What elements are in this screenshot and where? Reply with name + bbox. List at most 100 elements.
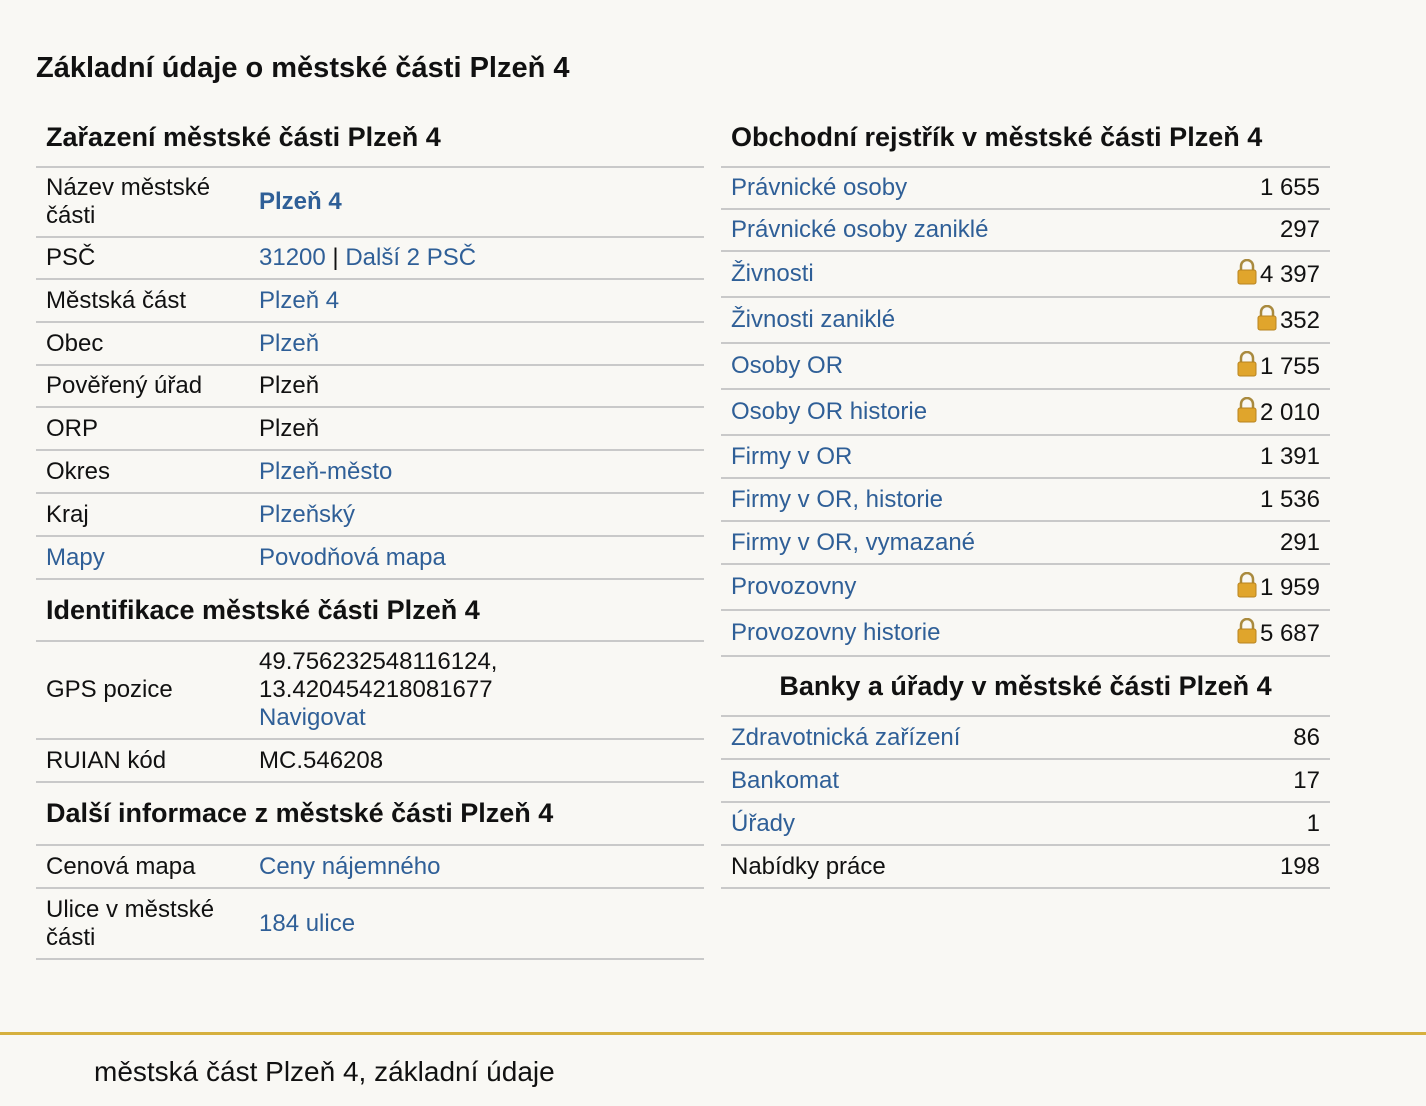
firmy-v-or-historie-link[interactable]: Firmy v OR, historie [731,486,943,513]
bankomat-link[interactable]: Bankomat [731,767,839,794]
right-column: Obchodní rejstřík v městské části Plzeň … [721,108,1330,889]
zarazeni-table: Název městské části Plzeň 4 PSČ 31200 | … [36,166,704,580]
orp-value: Plzeň [259,414,320,442]
zdravotnicka-zarizeni-link[interactable]: Zdravotnická zařízení [731,724,960,751]
row-label: Nabídky práce [731,852,886,880]
okres-link[interactable]: Plzeň-město [259,458,392,485]
table-row: Cenová mapa Ceny nájemného [36,845,704,888]
osoby-or-historie-link[interactable]: Osoby OR historie [731,398,927,425]
table-row: Osoby OR historie 2 010 [721,389,1330,435]
row-label: ORP [46,414,99,442]
page-title: Základní údaje o městské části Plzeň 4 [36,52,570,84]
urady-link[interactable]: Úřady [731,810,795,837]
lock-icon [1237,258,1257,285]
obchodni-table: Právnické osoby 1 655 Právnické osoby za… [721,166,1330,657]
row-value: 86 [1293,723,1320,751]
mestska-cast-name-link[interactable]: Plzeň 4 [259,188,342,215]
row-label: Cenová mapa [46,852,196,880]
lock-icon [1257,304,1277,331]
psc-separator: | [332,244,339,271]
lock-icon [1237,396,1257,423]
row-label: Ulice v městské části [46,895,215,951]
table-row: Živnosti zaniklé 352 [721,297,1330,343]
obec-link[interactable]: Plzeň [259,330,319,357]
table-row: ORP Plzeň [36,407,704,450]
firmy-v-or-link[interactable]: Firmy v OR [731,443,852,470]
section-title-zarazeni: Zařazení městské části Plzeň 4 [46,121,441,152]
row-label: Městská část [46,286,187,314]
table-row: Kraj Plzeňský [36,493,704,536]
povodnova-mapa-link[interactable]: Povodňová mapa [259,544,446,571]
dalsi-psc-link[interactable]: Další 2 PSČ [345,244,476,271]
section-title-banky: Banky a úřady v městské části Plzeň 4 [779,670,1272,701]
table-row: Obec Plzeň [36,322,704,365]
table-row: Ulice v městské části 184 ulice [36,888,704,959]
table-row: Název městské části Plzeň 4 [36,167,704,237]
row-label: GPS pozice [46,676,173,703]
pravnicke-osoby-link[interactable]: Právnické osoby [731,174,907,201]
footer-caption: městská část Plzeň 4, základní údaje [94,1056,555,1087]
table-row: Živnosti 4 397 [721,251,1330,297]
row-value: 1 391 [1259,442,1320,470]
lock-icon [1237,617,1257,644]
lock-icon [1237,350,1257,377]
zivnosti-zanikle-link[interactable]: Živnosti zaniklé [731,306,895,333]
table-row: PSČ 31200 | Další 2 PSČ [36,237,704,279]
mestska-cast-link[interactable]: Plzeň 4 [259,287,339,314]
identifikace-table: GPS pozice 49.756232548116124, 13.420454… [36,640,704,783]
navigovat-link[interactable]: Navigovat [259,704,366,731]
table-row: Mapy Povodňová mapa [36,536,704,579]
table-row: Zdravotnická zařízení 86 [721,716,1330,759]
psc-link[interactable]: 31200 [259,244,326,271]
row-label: Obec [46,329,104,357]
table-row: Osoby OR 1 755 [721,343,1330,389]
table-row: RUIAN kód MC.546208 [36,739,704,782]
banky-table: Zdravotnická zařízení 86 Bankomat 17 Úřa… [721,715,1330,889]
kraj-link[interactable]: Plzeňský [259,501,355,528]
row-label: Okres [46,457,111,485]
row-value: 291 [1279,528,1320,556]
row-value: 1 536 [1259,485,1320,513]
row-label: PSČ [46,244,96,271]
table-row: Firmy v OR, historie 1 536 [721,478,1330,521]
section-title-obchodni: Obchodní rejstřík v městské části Plzeň … [731,121,1263,152]
ulice-link[interactable]: 184 ulice [259,910,355,937]
firmy-v-or-vymazane-link[interactable]: Firmy v OR, vymazané [731,529,975,556]
ruian-value: MC.546208 [259,746,384,774]
table-row: Okres Plzeň-město [36,450,704,493]
ceny-najemneho-link[interactable]: Ceny nájemného [259,853,440,880]
row-value: 17 [1293,766,1320,794]
table-row: Provozovny historie 5 687 [721,610,1330,656]
table-row: Firmy v OR, vymazané 291 [721,521,1330,564]
row-value: 4 397 [1259,261,1320,288]
row-value: 5 687 [1259,620,1320,647]
table-row: Městská část Plzeň 4 [36,279,704,322]
table-row: Právnické osoby zaniklé 297 [721,209,1330,251]
provozovny-link[interactable]: Provozovny [731,573,856,600]
row-value: 297 [1279,216,1320,243]
table-row: Nabídky práce 198 [721,845,1330,888]
section-title-identifikace: Identifikace městské části Plzeň 4 [46,594,480,625]
left-column: Zařazení městské části Plzeň 4 Název měs… [36,108,704,960]
table-row: Úřady 1 [721,802,1330,845]
osoby-or-link[interactable]: Osoby OR [731,352,843,379]
lock-icon [1237,571,1257,598]
table-row: Provozovny 1 959 [721,564,1330,610]
provozovny-historie-link[interactable]: Provozovny historie [731,619,940,646]
row-label: Název městské části [46,174,211,229]
row-label: RUIAN kód [46,746,167,774]
pravnicke-osoby-zanikle-link[interactable]: Právnické osoby zaniklé [731,216,988,243]
dalsi-table: Cenová mapa Ceny nájemného Ulice v městs… [36,844,704,960]
table-row: Bankomat 17 [721,759,1330,802]
row-value: 1 [1306,809,1320,837]
table-row: Firmy v OR 1 391 [721,435,1330,478]
zivnosti-link[interactable]: Živnosti [731,260,814,287]
row-value: 352 [1279,307,1320,334]
row-label: Pověřený úřad [46,372,203,399]
mapy-link[interactable]: Mapy [46,544,105,571]
row-value: 1 959 [1259,574,1320,601]
section-title-dalsi: Další informace z městské části Plzeň 4 [46,798,554,828]
row-value: 2 010 [1259,399,1320,426]
gps-longitude: 13.420454218081677 [259,676,493,703]
table-row: Pověřený úřad Plzeň [36,365,704,407]
